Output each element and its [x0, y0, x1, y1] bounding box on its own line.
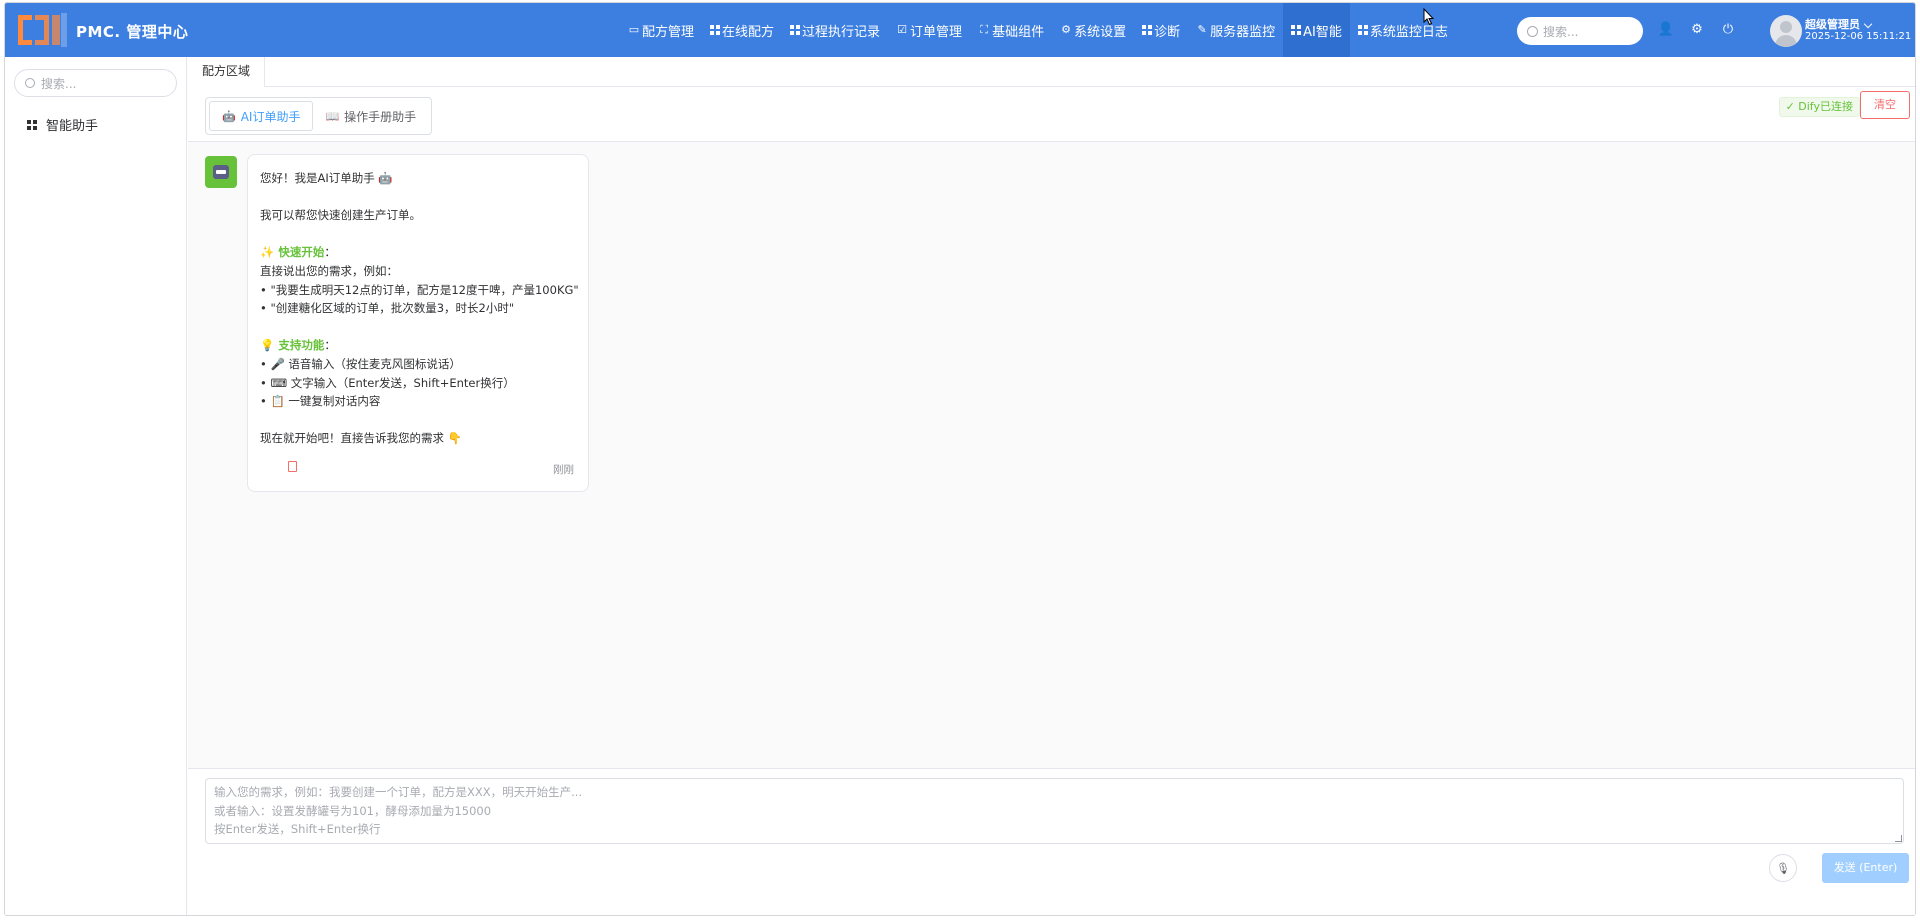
message-example-1: • "我要生成明天12点的订单，配方是12度干啤，产量100KG" — [260, 282, 579, 297]
main-nav: ▭ 配方管理 在线配方 过程执行记录 ☑ 订单管理 ⛶ 基础组件 ⚙ 系统设置 — [620, 3, 1456, 57]
send-button[interactable]: 发送 (Enter) — [1822, 853, 1909, 883]
nav-order-management[interactable]: ☑ 订单管理 — [888, 3, 970, 57]
logo-icon — [18, 13, 67, 47]
features-colon: ： — [324, 338, 336, 353]
message-time: 刚刚 — [553, 464, 574, 476]
settings-icon[interactable]: ⚙ — [1688, 21, 1706, 39]
grid-icon — [27, 119, 37, 130]
assistant-toolbar: 🤖 AI订单助手 📖 操作手册助手 ✓ Dify已连接 清空 — [188, 87, 1915, 142]
link-icon: ✎ — [1197, 23, 1207, 36]
resize-handle[interactable] — [1895, 835, 1902, 842]
user-name: 超级管理员 — [1805, 18, 1860, 31]
bot-message: 您好！我是AI订单助手 🤖 我可以帮您快速创建生产订单。 ✨ 快速开始： 直接说… — [247, 154, 589, 492]
grid-icon — [1291, 25, 1302, 35]
grid-icon — [1357, 25, 1368, 35]
message-feature-2: • ⌨ 文字输入（Enter发送，Shift+Enter换行） — [260, 375, 515, 390]
brand-title: PMC. 管理中心 — [76, 23, 189, 41]
chevron-down-icon: ⌵ — [1863, 18, 1873, 31]
checkbox-icon: ☑ — [897, 23, 907, 36]
app-window: PMC. 管理中心 ▭ 配方管理 在线配方 过程执行记录 ☑ 订单管理 ⛶ 基础… — [4, 2, 1916, 916]
input-placeholder-3: 按Enter发送，Shift+Enter换行 — [214, 822, 381, 836]
bot-avatar — [205, 156, 237, 188]
nav-basic-components[interactable]: ⛶ 基础组件 — [970, 3, 1052, 57]
mode-label: AI订单助手 — [240, 109, 301, 124]
message-closing: 现在就开始吧！直接告诉我您的需求 👇 — [260, 431, 462, 446]
message-greeting: 您好！我是AI订单助手 🤖 — [260, 171, 393, 185]
search-icon — [25, 78, 35, 88]
input-placeholder-1: 输入您的需求，例如：我要创建一个订单，配方是XXX，明天开始生产... — [214, 785, 583, 799]
microphone-icon: 🎙 — [1776, 861, 1790, 875]
sidebar-item-smart-assistant[interactable]: 智能助手 — [27, 115, 98, 134]
message-quick-heading: ✨ 快速开始： — [260, 243, 576, 262]
nav-recipe-management[interactable]: ▭ 配方管理 — [620, 3, 702, 57]
book-icon: 📖 — [325, 109, 340, 123]
grid-icon — [790, 25, 801, 35]
sidebar: 搜索... 智能助手 — [5, 57, 187, 915]
tab-recipe-area[interactable]: 配方区域 — [188, 57, 266, 88]
nav-ai-intelligence[interactable]: AI智能 — [1283, 3, 1350, 57]
message-example-2: • "创建糖化区域的订单，批次数量3，时长2小时" — [260, 301, 515, 316]
tab-bar: 配方区域 — [188, 57, 1915, 88]
nav-server-monitor[interactable]: ✎ 服务器监控 — [1188, 3, 1283, 57]
nav-label: AI智能 — [1303, 24, 1342, 40]
nav-online-recipe[interactable]: 在线配方 — [702, 3, 782, 57]
chat-area: 您好！我是AI订单助手 🤖 我可以帮您快速创建生产订单。 ✨ 快速开始： 直接说… — [188, 142, 1915, 768]
input-placeholder-2: 或者输入：设置发酵罐号为101，酵母添加量为15000 — [214, 803, 492, 818]
message-feature-1: • 🎤 语音输入（按住麦克风图标说话） — [260, 356, 461, 371]
assistant-mode-switch: 🤖 AI订单助手 📖 操作手册助手 — [205, 97, 433, 135]
mode-ai-order-assistant[interactable]: 🤖 AI订单助手 — [209, 101, 314, 131]
message-footer: 刚刚 — [260, 461, 576, 477]
copy-icon[interactable] — [288, 461, 297, 472]
expand-icon: ⛶ — [980, 23, 988, 36]
nav-label: 服务器监控 — [1210, 24, 1276, 40]
sidebar-search-input[interactable]: 搜索... — [14, 69, 177, 97]
header-datetime: 2025-12-06 15:11:21 — [1805, 31, 1912, 42]
robot-icon: 🤖 — [222, 109, 236, 123]
input-zone: 输入您的需求，例如：我要创建一个订单，配方是XXX，明天开始生产... 或者输入… — [188, 768, 1915, 915]
nav-label: 在线配方 — [722, 24, 775, 40]
top-header: PMC. 管理中心 ▭ 配方管理 在线配方 过程执行记录 ☑ 订单管理 ⛶ 基础… — [5, 3, 1915, 57]
mouse-cursor-icon — [1423, 8, 1435, 26]
nav-label: 系统设置 — [1074, 24, 1127, 40]
status-badge: ✓ Dify已连接 — [1778, 97, 1860, 117]
message-quick-desc: 直接说出您的需求，例如： — [260, 263, 398, 278]
search-icon — [1527, 25, 1538, 37]
features-title: 💡 支持功能 — [260, 338, 325, 353]
nav-label: 基础组件 — [992, 24, 1045, 40]
robot-icon — [213, 165, 229, 179]
mode-label: 操作手册助手 — [344, 109, 417, 124]
user-icon[interactable]: 👤 — [1657, 21, 1675, 39]
clear-button[interactable]: 清空 — [1860, 91, 1910, 119]
message-feature-3: • 📋 一键复制对话内容 — [260, 394, 381, 409]
main-content: 配方区域 🤖 AI订单助手 📖 操作手册助手 ✓ Dify已连接 清空 您好！我… — [188, 57, 1915, 915]
message-intro: 我可以帮您快速创建生产订单。 — [260, 208, 421, 223]
nav-system-monitor-log[interactable]: 系统监控日志 — [1350, 3, 1456, 57]
header-search-input[interactable]: 搜索... — [1517, 17, 1643, 45]
nav-label: 配方管理 — [642, 24, 695, 40]
monitor-icon: ▭ — [628, 23, 640, 36]
grid-icon — [1142, 25, 1153, 35]
nav-label: 诊断 — [1154, 24, 1181, 40]
quick-start-title: ✨ 快速开始 — [260, 245, 325, 260]
sidebar-item-label: 智能助手 — [46, 119, 99, 134]
search-placeholder: 搜索... — [1543, 24, 1579, 39]
power-icon[interactable]: ⏻ — [1719, 21, 1737, 39]
nav-diagnosis[interactable]: 诊断 — [1134, 3, 1188, 57]
nav-system-settings[interactable]: ⚙ 系统设置 — [1052, 3, 1134, 57]
message-input[interactable]: 输入您的需求，例如：我要创建一个订单，配方是XXX，明天开始生产... 或者输入… — [205, 778, 1904, 844]
microphone-button[interactable]: 🎙 — [1769, 854, 1797, 882]
nav-process-records[interactable]: 过程执行记录 — [782, 3, 888, 57]
nav-label: 系统监控日志 — [1369, 24, 1448, 40]
nav-label: 过程执行记录 — [802, 24, 881, 40]
quick-start-colon: ： — [324, 245, 336, 260]
gear-icon: ⚙ — [1061, 23, 1072, 36]
grid-icon — [710, 25, 721, 35]
message-features-heading: 💡 支持功能： — [260, 336, 576, 355]
mode-manual-assistant[interactable]: 📖 操作手册助手 — [313, 101, 428, 131]
search-placeholder: 搜索... — [41, 76, 77, 91]
nav-label: 订单管理 — [910, 24, 963, 40]
user-menu[interactable]: 超级管理员 ⌵ — [1805, 16, 1872, 32]
avatar[interactable] — [1770, 15, 1802, 47]
